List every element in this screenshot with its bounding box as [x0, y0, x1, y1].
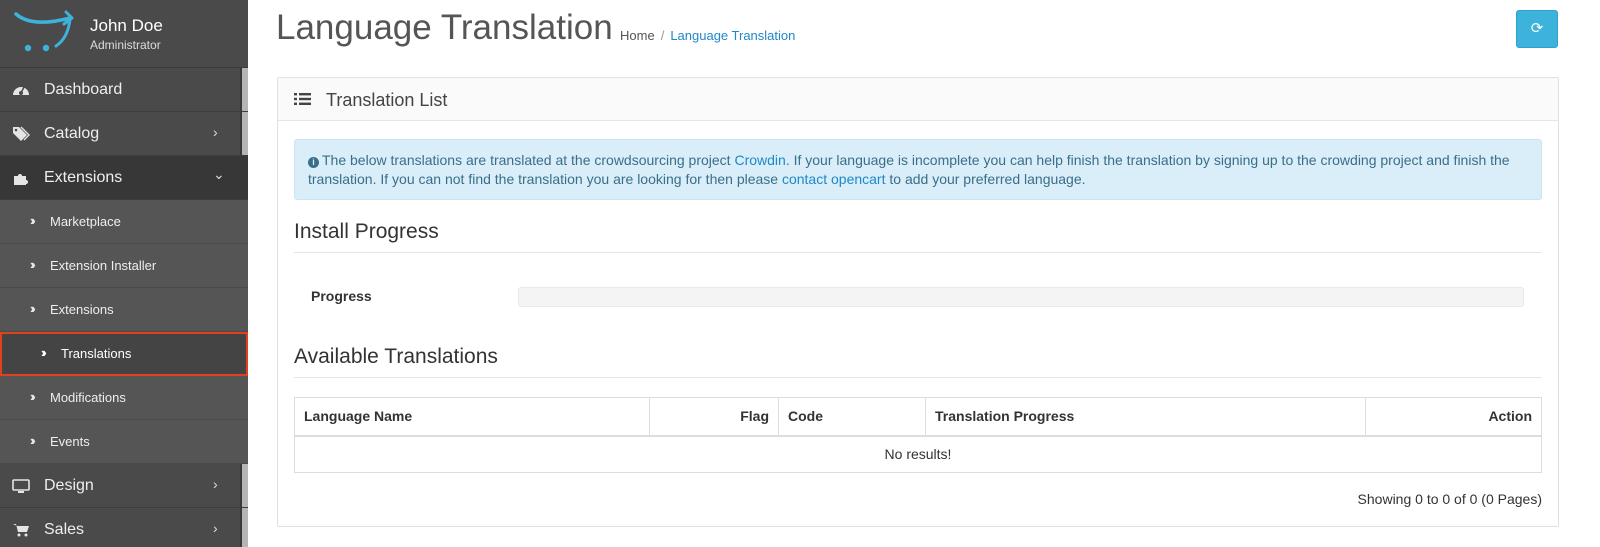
cart-logo-icon — [14, 10, 74, 52]
breadcrumb: Home / Language Translation — [620, 28, 795, 43]
user-name: John Doe — [90, 16, 163, 35]
divider — [294, 377, 1542, 378]
sidebar-subitem-events[interactable]: ›› Events — [0, 420, 248, 464]
sidebar-item-label: Design — [44, 477, 94, 494]
available-translations-title: Available Translations — [294, 345, 498, 368]
double-chevron-right-icon: ›› — [30, 257, 35, 272]
chevron-right-icon: › — [213, 476, 218, 492]
sidebar-subitem-label: Marketplace — [50, 214, 121, 229]
sidebar: John Doe Administrator Dashboard Catalog… — [0, 0, 248, 547]
sidebar-subitem-marketplace[interactable]: ›› Marketplace — [0, 200, 248, 244]
monitor-icon — [12, 478, 30, 494]
column-header-code[interactable]: Code — [778, 397, 926, 437]
sidebar-subitem-translations[interactable]: ›› Translations — [0, 332, 248, 376]
install-progress-title: Install Progress — [294, 220, 439, 243]
sidebar-subitem-extension-installer[interactable]: ›› Extension Installer — [0, 244, 248, 288]
table-row: No results! — [294, 435, 1542, 473]
translation-list-panel: Translation List i The below translations… — [277, 77, 1559, 527]
double-chevron-right-icon: ›› — [41, 345, 46, 360]
table-header-row: Language Name Flag Code Translation Prog… — [294, 397, 1542, 437]
info-circle-icon: i — [308, 157, 319, 168]
double-chevron-right-icon: ›› — [30, 213, 35, 228]
alert-text: The below translations are translated at… — [322, 152, 735, 168]
column-header-translation-progress[interactable]: Translation Progress — [925, 397, 1366, 437]
sidebar-item-label: Sales — [44, 521, 85, 538]
sidebar-subitem-label: Extension Installer — [50, 258, 157, 273]
sidebar-subitem-label: Events — [50, 434, 90, 449]
sidebar-item-label: Catalog — [44, 125, 100, 142]
sidebar-subitem-label: Translations — [61, 346, 132, 361]
sidebar-item-label: Dashboard — [44, 81, 123, 98]
sidebar-item-catalog[interactable]: Catalog › — [0, 112, 248, 156]
breadcrumb-home[interactable]: Home — [620, 28, 655, 43]
dashboard-icon — [12, 82, 30, 98]
sidebar-item-label: Extensions — [44, 169, 123, 186]
refresh-icon: ⟳ — [1530, 20, 1544, 37]
sidebar-item-dashboard[interactable]: Dashboard — [0, 68, 248, 112]
breadcrumb-current[interactable]: Language Translation — [670, 28, 795, 43]
sidebar-subitem-label: Modifications — [50, 390, 126, 405]
pagination-summary: Showing 0 to 0 of 0 (0 Pages) — [1357, 491, 1542, 507]
progress-label: Progress — [311, 288, 372, 304]
panel-title: Translation List — [326, 90, 448, 110]
translations-table: Language Name Flag Code Translation Prog… — [294, 397, 1542, 473]
chevron-right-icon: › — [213, 520, 218, 536]
double-chevron-right-icon: ›› — [30, 389, 35, 404]
list-icon — [294, 93, 311, 105]
sidebar-subitem-label: Extensions — [50, 302, 114, 317]
alert-text: to add your preferred language. — [885, 171, 1086, 187]
column-header-language-name[interactable]: Language Name — [294, 397, 650, 437]
user-role: Administrator — [90, 38, 161, 52]
sidebar-item-extensions[interactable]: Extensions ⌄ — [0, 156, 248, 200]
cart-icon — [12, 522, 30, 538]
user-profile[interactable]: John Doe Administrator — [0, 0, 248, 68]
info-alert: i The below translations are translated a… — [294, 139, 1542, 200]
sidebar-item-sales[interactable]: Sales › — [0, 508, 248, 547]
column-header-flag[interactable]: Flag — [649, 397, 779, 437]
main-content: Language Translation Home / Language Trans… — [258, 0, 1600, 547]
divider — [294, 252, 1542, 253]
breadcrumb-separator: / — [660, 28, 665, 43]
puzzle-icon — [12, 170, 30, 186]
tags-icon — [12, 126, 30, 142]
crowdin-link[interactable]: Crowdin — [734, 152, 785, 168]
empty-results: No results! — [294, 435, 1542, 473]
sidebar-subitem-extensions[interactable]: ›› Extensions — [0, 288, 248, 332]
page-title: Language Translation — [276, 8, 613, 47]
sidebar-item-design[interactable]: Design › — [0, 464, 248, 508]
progress-bar — [518, 287, 1524, 307]
panel-heading: Translation List — [278, 78, 1558, 121]
chevron-right-icon: › — [213, 124, 218, 140]
contact-opencart-link[interactable]: contact opencart — [782, 171, 886, 187]
double-chevron-right-icon: ›› — [30, 301, 35, 316]
double-chevron-right-icon: ›› — [30, 433, 35, 448]
refresh-button[interactable]: ⟳ — [1516, 10, 1558, 48]
sidebar-subitem-modifications[interactable]: ›› Modifications — [0, 376, 248, 420]
column-header-action[interactable]: Action — [1365, 397, 1542, 437]
chevron-down-icon: ⌄ — [213, 166, 225, 182]
